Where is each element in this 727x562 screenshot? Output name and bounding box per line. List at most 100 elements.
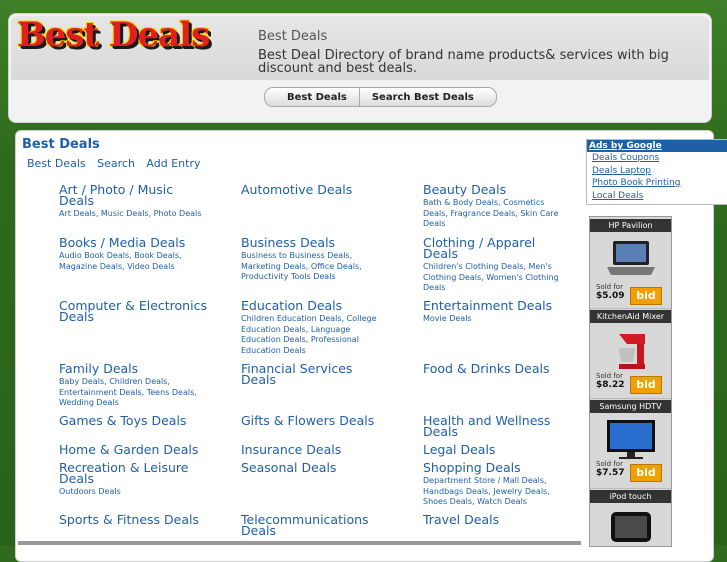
category-link[interactable]: Computer & Electronics Deals [59,299,209,323]
category-games-toys: Games & Toys Deals [59,414,209,427]
category-food-drinks: Food & Drinks Deals [423,362,568,375]
divider [590,308,671,309]
subnav-add-entry[interactable]: Add Entry [146,157,200,170]
breadcrumb: Best Deals Search Add Entry [27,157,208,170]
google-ads: Ads by Google Deals Coupons Deals Laptop… [586,139,727,205]
subcategory-links[interactable]: Audio Book Deals, Book Deals, Magazine D… [59,251,209,272]
ad-link[interactable]: Photo Book Printing [592,177,727,190]
tv-image [601,416,661,463]
price-value: $5.09 [596,291,625,301]
category-link[interactable]: Games & Toys Deals [59,414,209,427]
product-name: KitchenAid Mixer [590,310,671,323]
nav-best-deals[interactable]: Best Deals [275,92,359,103]
subcategory-links[interactable]: Department Store / Mall Deals, Handbags … [423,476,568,508]
subnav-search[interactable]: Search [97,157,135,170]
auction-item[interactable]: KitchenAid Mixer Sold for $8.22 bid [590,310,671,394]
sold-label: Sold for [596,460,623,468]
category-link[interactable]: Financial Services Deals [241,362,391,386]
divider [590,398,671,399]
category-link[interactable]: Telecommunications Deals [241,513,391,537]
category-business: Business Deals Business to Business Deal… [241,236,391,283]
logo[interactable]: Best Deals [17,15,227,67]
sold-label: Sold for [596,372,623,380]
category-link[interactable]: Gifts & Flowers Deals [241,414,391,427]
page-title: Best Deals [22,137,100,152]
category-link[interactable]: Travel Deals [423,513,568,526]
category-link[interactable]: Business Deals [241,236,391,249]
category-link[interactable]: Home & Garden Deals [59,443,209,456]
category-seasonal: Seasonal Deals [241,461,391,474]
ads-title[interactable]: Ads by Google [587,140,727,152]
bid-button[interactable]: bid [630,464,662,482]
category-entertainment: Entertainment Deals Movie Deals [423,299,568,325]
product-name: HP Pavilion [590,219,671,232]
ad-link[interactable]: Deals Laptop [592,165,727,178]
main-nav: Best Deals Search Best Deals [264,87,497,107]
subcategory-links[interactable]: Baby Deals, Children Deals, Entertainmen… [59,377,209,409]
category-clothing-apparel: Clothing / Apparel Deals Children's Clot… [423,236,568,294]
subcategory-links[interactable]: Movie Deals [423,314,568,325]
category-link[interactable]: Education Deals [241,299,391,312]
category-link[interactable]: Books / Media Deals [59,236,209,249]
category-gifts-flowers: Gifts & Flowers Deals [241,414,391,427]
nav-search-best-deals[interactable]: Search Best Deals [360,92,486,103]
bid-button[interactable]: bid [630,376,662,394]
category-beauty: Beauty Deals Bath & Body Deals, Cosmetic… [423,183,568,230]
price-value: $8.22 [596,380,625,390]
category-link[interactable]: Entertainment Deals [423,299,568,312]
category-link[interactable]: Family Deals [59,362,209,375]
category-health-wellness: Health and Wellness Deals [423,414,568,438]
category-sports-fitness: Sports & Fitness Deals [59,513,209,526]
subcategory-links[interactable]: Bath & Body Deals, Cosmetics Deals, Frag… [423,198,568,230]
category-financial-services: Financial Services Deals [241,362,391,386]
subcategory-links[interactable]: Business to Business Deals, Marketing De… [241,251,391,283]
ad-link[interactable]: Deals Coupons [592,152,727,165]
site-description: Best Deal Directory of brand name produc… [258,48,669,76]
mixer-image [601,326,661,373]
category-shopping: Shopping Deals Department Store / Mall D… [423,461,568,508]
ipod-image [601,506,661,553]
category-link[interactable]: Beauty Deals [423,183,568,196]
category-automotive: Automotive Deals [241,183,391,196]
subcategory-links[interactable]: Children Education Deals, College Educat… [241,314,391,356]
category-travel: Travel Deals [423,513,568,526]
subnav-best-deals[interactable]: Best Deals [27,157,86,170]
category-link[interactable]: Insurance Deals [241,443,391,456]
category-link[interactable]: Clothing / Apparel Deals [423,236,568,260]
category-link[interactable]: Legal Deals [423,443,568,456]
subcategory-links[interactable]: Outdoors Deals [59,487,209,498]
sold-price: Sold for $5.09 [596,283,624,301]
bid-button[interactable]: bid [630,287,662,305]
category-legal: Legal Deals [423,443,568,456]
auction-widget: HP Pavilion Sold for $5.09 bid KitchenAi… [589,216,672,547]
category-link[interactable]: Automotive Deals [241,183,391,196]
category-link[interactable]: Shopping Deals [423,461,568,474]
sold-price: Sold for $8.22 [596,372,624,390]
divider [590,488,671,489]
category-education: Education Deals Children Education Deals… [241,299,391,356]
category-link[interactable]: Health and Wellness Deals [423,414,568,438]
product-name: Samsung HDTV [590,400,671,413]
laptop-image [601,235,661,282]
ad-link[interactable]: Local Deals [592,190,727,203]
auction-item[interactable]: HP Pavilion Sold for $5.09 bid [590,219,671,305]
site-title: Best Deals [258,29,328,44]
category-recreation-leisure: Recreation & Leisure Deals Outdoors Deal… [59,461,209,498]
sold-label: Sold for [596,283,623,291]
category-link[interactable]: Food & Drinks Deals [423,362,568,375]
footer-strip [18,541,581,545]
category-link[interactable]: Recreation & Leisure Deals [59,461,209,485]
subcategory-links[interactable]: Art Deals, Music Deals, Photo Deals [59,209,209,220]
category-link[interactable]: Seasonal Deals [241,461,391,474]
subcategory-links[interactable]: Children's Clothing Deals, Men's Clothin… [423,262,568,294]
category-home-garden: Home & Garden Deals [59,443,209,456]
category-books-media: Books / Media Deals Audio Book Deals, Bo… [59,236,209,272]
category-telecommunications: Telecommunications Deals [241,513,391,537]
auction-item[interactable]: Samsung HDTV Sold for $7.57 bid [590,400,671,482]
auction-item[interactable]: iPod touch [590,490,671,553]
price-value: $7.57 [596,468,625,478]
category-link[interactable]: Art / Photo / Music Deals [59,183,209,207]
category-family: Family Deals Baby Deals, Children Deals,… [59,362,209,409]
logo-text[interactable]: Best Deals [17,15,210,55]
category-link[interactable]: Sports & Fitness Deals [59,513,209,526]
